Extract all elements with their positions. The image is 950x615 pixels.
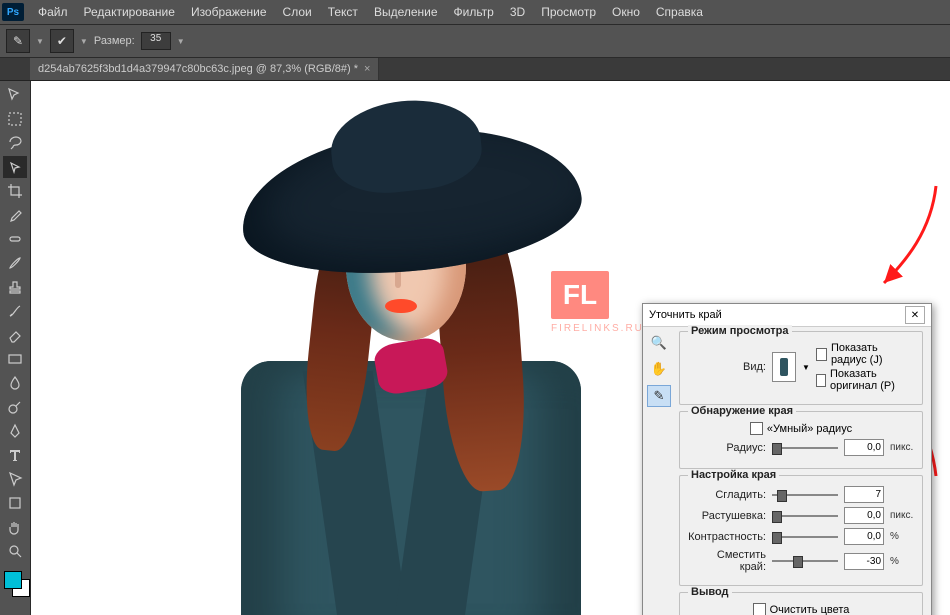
close-icon[interactable]: ✕ — [905, 306, 925, 324]
unit-label: пикс. — [890, 442, 914, 453]
blur-tool-icon[interactable] — [3, 372, 27, 394]
path-select-icon[interactable] — [3, 468, 27, 490]
edge-detect-section: Обнаружение края «Умный» радиус Радиус: … — [679, 411, 923, 469]
smart-radius-checkbox[interactable]: «Умный» радиус — [750, 422, 852, 435]
hand-tool-icon[interactable]: ✋ — [648, 359, 670, 379]
pen-tool-icon[interactable] — [3, 420, 27, 442]
shift-value[interactable]: -30 — [844, 553, 884, 570]
menu-layers[interactable]: Слои — [275, 0, 320, 24]
zoom-tool-icon[interactable] — [3, 540, 27, 562]
output-section: Вывод Очистить цвета Эффект: % Вывод в: — [679, 592, 923, 615]
viewmode-section: Режим просмотра Вид: ▼ Показать радиус (… — [679, 331, 923, 405]
menu-window[interactable]: Окно — [604, 0, 648, 24]
workspace: FL FIRELINKS.RU Уточнить край ✕ 🔍 ✋ ✎ — [0, 81, 950, 615]
shift-slider[interactable] — [772, 554, 838, 568]
brush-preview-icon[interactable]: ✔ — [50, 29, 74, 53]
adjust-edge-section: Настройка края Сгладить: 7 Растушевка: 0… — [679, 475, 923, 586]
menu-text[interactable]: Текст — [320, 0, 366, 24]
app-logo: Ps — [2, 3, 24, 21]
history-brush-icon[interactable] — [3, 300, 27, 322]
section-header: Вывод — [688, 586, 732, 598]
chevron-down-icon[interactable]: ▼ — [802, 363, 810, 372]
section-header: Обнаружение края — [688, 405, 796, 417]
show-radius-checkbox[interactable]: Показать радиус (J) — [816, 342, 914, 366]
canvas[interactable]: FL FIRELINKS.RU Уточнить край ✕ 🔍 ✋ ✎ — [31, 81, 950, 615]
gradient-tool-icon[interactable] — [3, 348, 27, 370]
menu-3d[interactable]: 3D — [502, 0, 533, 24]
color-swatches[interactable] — [2, 569, 28, 599]
type-tool-icon[interactable] — [3, 444, 27, 466]
annotation-arrow — [876, 181, 946, 294]
zoom-tool-icon[interactable]: 🔍 — [648, 333, 670, 353]
size-input[interactable]: 35 — [141, 32, 171, 50]
dialog-titlebar[interactable]: Уточнить край ✕ — [643, 304, 931, 327]
feather-value[interactable]: 0,0 — [844, 507, 884, 524]
section-header: Настройка края — [688, 469, 779, 481]
dodge-tool-icon[interactable] — [3, 396, 27, 418]
menu-select[interactable]: Выделение — [366, 0, 446, 24]
decontaminate-checkbox[interactable]: Очистить цвета — [753, 603, 850, 615]
shift-label: Сместить край: — [688, 549, 766, 573]
dialog-title: Уточнить край — [649, 309, 722, 321]
menubar: Ps Файл Редактирование Изображение Слои … — [0, 0, 950, 25]
radius-slider[interactable] — [772, 441, 838, 455]
menu-image[interactable]: Изображение — [183, 0, 275, 24]
unit-label: % — [890, 531, 914, 542]
move-tool-icon[interactable] — [3, 84, 27, 106]
chevron-down-icon[interactable]: ▼ — [177, 37, 185, 46]
shape-tool-icon[interactable] — [3, 492, 27, 514]
chevron-down-icon[interactable]: ▼ — [80, 37, 88, 46]
smooth-value[interactable]: 7 — [844, 486, 884, 503]
radius-label: Радиус: — [688, 442, 766, 454]
feather-slider[interactable] — [772, 509, 838, 523]
menu-filter[interactable]: Фильтр — [446, 0, 502, 24]
feather-label: Растушевка: — [688, 510, 766, 522]
menu-help[interactable]: Справка — [648, 0, 711, 24]
document-tabbar: d254ab7625f3bd1d4a379947c80bc63c.jpeg @ … — [0, 58, 950, 81]
refine-brush-icon[interactable]: ✎ — [647, 385, 671, 407]
heal-tool-icon[interactable] — [3, 228, 27, 250]
watermark-text: FIRELINKS.RU — [551, 323, 644, 334]
photo-subject: FL FIRELINKS.RU — [181, 81, 641, 615]
dialog-tool-strip: 🔍 ✋ ✎ — [643, 327, 675, 615]
tool-preset-icon[interactable]: ✎ — [6, 29, 30, 53]
view-thumbnail[interactable] — [772, 352, 796, 382]
vid-label: Вид: — [688, 361, 766, 373]
crop-tool-icon[interactable] — [3, 180, 27, 202]
brush-tool-icon[interactable] — [3, 252, 27, 274]
eyedropper-tool-icon[interactable] — [3, 204, 27, 226]
document-tab-label: d254ab7625f3bd1d4a379947c80bc63c.jpeg @ … — [38, 63, 358, 75]
document-tab[interactable]: d254ab7625f3bd1d4a379947c80bc63c.jpeg @ … — [30, 58, 379, 80]
watermark-logo: FL — [551, 271, 609, 319]
menu-view[interactable]: Просмотр — [533, 0, 604, 24]
watermark: FL FIRELINKS.RU — [551, 271, 644, 334]
smooth-label: Сгладить: — [688, 489, 766, 501]
lasso-tool-icon[interactable] — [3, 132, 27, 154]
contrast-slider[interactable] — [772, 530, 838, 544]
refine-edge-dialog: Уточнить край ✕ 🔍 ✋ ✎ Режим просмотра Ви… — [642, 303, 932, 615]
radius-value[interactable]: 0,0 — [844, 439, 884, 456]
eraser-tool-icon[interactable] — [3, 324, 27, 346]
show-original-checkbox[interactable]: Показать оригинал (P) — [816, 368, 914, 392]
unit-label: % — [890, 556, 914, 567]
stamp-tool-icon[interactable] — [3, 276, 27, 298]
size-label: Размер: — [94, 35, 135, 47]
tools-panel — [0, 81, 31, 615]
contrast-label: Контрастность: — [688, 531, 766, 543]
fg-color-swatch[interactable] — [4, 571, 22, 589]
menu-edit[interactable]: Редактирование — [76, 0, 183, 24]
options-bar: ✎ ▼ ✔ ▼ Размер: 35 ▼ — [0, 25, 950, 58]
quickselect-tool-icon[interactable] — [3, 156, 27, 178]
menu-file[interactable]: Файл — [30, 0, 76, 24]
marquee-tool-icon[interactable] — [3, 108, 27, 130]
hand-tool-icon[interactable] — [3, 516, 27, 538]
chevron-down-icon[interactable]: ▼ — [36, 37, 44, 46]
unit-label: пикс. — [890, 510, 914, 521]
close-icon[interactable]: × — [364, 63, 370, 75]
section-header: Режим просмотра — [688, 325, 792, 337]
contrast-value[interactable]: 0,0 — [844, 528, 884, 545]
smooth-slider[interactable] — [772, 488, 838, 502]
